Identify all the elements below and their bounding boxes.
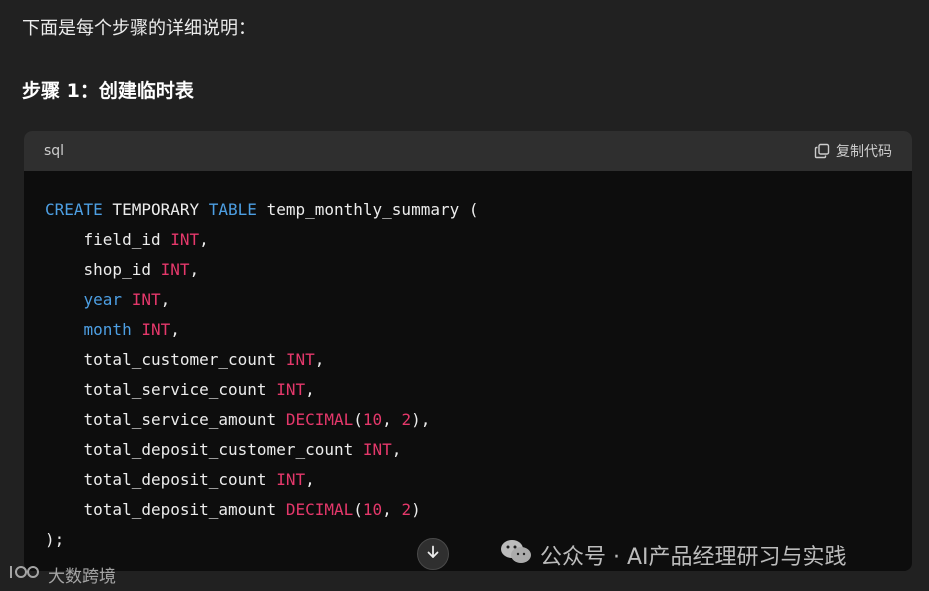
copy-code-label: 复制代码 [836,144,892,160]
copy-icon [814,143,830,159]
code-token: 2 [401,410,412,429]
code-token: DECIMAL [285,410,354,429]
code-token: INT [131,290,161,309]
code-token: 10 [362,410,383,429]
code-token: field_id [45,230,171,249]
code-token: TABLE [208,200,257,219]
wechat-watermark: 公众号 · AI产品经理研习与实践 [500,538,847,572]
code-token: total_service_count [45,380,277,399]
wechat-icon [500,538,532,572]
code-token: ( [353,410,363,429]
code-token: , [314,350,325,369]
code-token: , [199,230,209,249]
code-line: total_customer_count INT, [45,345,912,375]
code-token: INT [170,230,200,249]
code-token: shop_id [45,260,161,279]
code-content: CREATE TEMPORARY TABLE temp_monthly_summ… [24,171,912,555]
code-line: total_service_count INT, [45,375,912,405]
code-line: field_id INT, [45,225,912,255]
code-token: ); [45,530,65,549]
code-token: DECIMAL [285,500,354,519]
brand-watermark: 大数跨境 [8,562,116,587]
copy-code-button[interactable]: 复制代码 [814,141,892,161]
code-token: 10 [362,500,383,519]
code-line: year INT, [45,285,912,315]
code-token: year [83,290,123,309]
code-token: 2 [401,500,412,519]
code-token: , [160,290,171,309]
code-language-label: sql [44,143,65,159]
code-line: total_deposit_customer_count INT, [45,435,912,465]
code-token: INT [276,380,306,399]
step-title: 步骤 1：创建临时表 [22,80,194,102]
code-token: TEMPORARY [102,200,209,219]
code-token: , [170,320,180,339]
code-line: total_deposit_amount DECIMAL(10, 2) [45,495,912,525]
code-token: INT [160,260,190,279]
brand-watermark-text: 大数跨境 [48,567,116,587]
code-token: total_service_amount [45,410,286,429]
code-token: total_deposit_count [45,470,277,489]
wechat-watermark-text: 公众号 · AI产品经理研习与实践 [540,545,847,570]
code-token: total_deposit_customer_count [45,440,363,459]
code-line: total_deposit_count INT, [45,465,912,495]
code-token: ) [411,500,421,519]
code-token: , [391,440,402,459]
code-token: , [382,410,402,429]
code-token: INT [362,440,392,459]
code-line: total_service_amount DECIMAL(10, 2), [45,405,912,435]
code-token: month [83,320,132,339]
code-token: INT [141,320,171,339]
brand-logo-icon [8,562,42,587]
code-token: temp_monthly_summary ( [256,200,479,219]
code-token: , [189,260,200,279]
code-token: ( [353,500,363,519]
code-token: , [382,500,402,519]
code-token: INT [285,350,315,369]
code-token: INT [276,470,306,489]
code-token: , [305,470,315,489]
code-token: total_customer_count [45,350,286,369]
scroll-down-button[interactable] [417,538,449,570]
code-line: month INT, [45,315,912,345]
arrow-down-icon [425,544,441,564]
code-line: CREATE TEMPORARY TABLE temp_monthly_summ… [45,195,912,225]
code-block: sql 复制代码 CREATE TEMPORARY TABLE temp_mon… [24,131,912,571]
intro-text: 下面是每个步骤的详细说明： [22,18,256,39]
code-token: total_deposit_amount [45,500,286,519]
code-token: CREATE [45,200,103,219]
code-line: shop_id INT, [45,255,912,285]
code-token: , [305,380,315,399]
code-header: sql 复制代码 [24,131,912,171]
code-token: ), [411,410,431,429]
